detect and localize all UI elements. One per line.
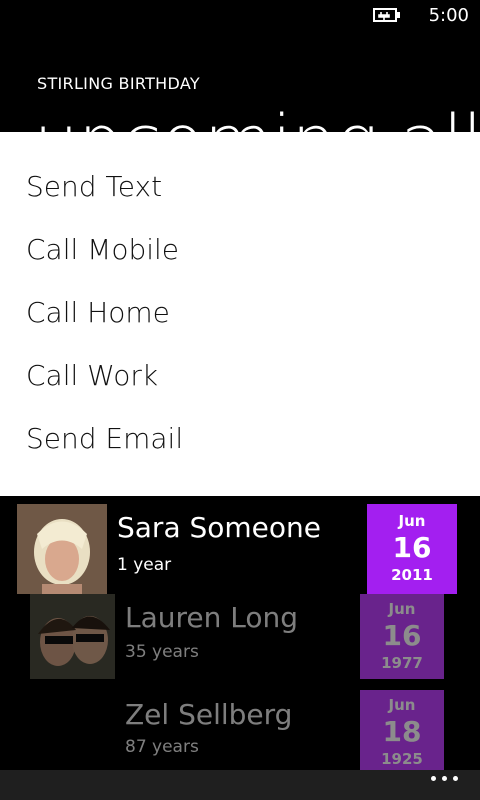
birthday-date-tile: Jun 16 1977 (360, 594, 444, 679)
clock: 5:00 (428, 5, 469, 26)
date-day: 16 (382, 619, 422, 652)
date-day: 18 (382, 715, 422, 748)
avatar (30, 594, 115, 679)
date-month: Jun (388, 600, 416, 618)
contact-row[interactable]: Zel Sellberg 87 years Jun 18 1925 (0, 688, 480, 772)
date-month: Jun (398, 512, 426, 530)
menu-item-send-text[interactable]: Send Text (26, 170, 162, 203)
status-bar: 5:00 (0, 0, 480, 32)
menu-item-call-mobile[interactable]: Call Mobile (26, 233, 179, 266)
contact-age: 87 years (125, 737, 199, 757)
app-bar (0, 770, 480, 800)
date-day: 16 (392, 531, 432, 564)
birthday-date-tile: Jun 18 1925 (360, 690, 444, 772)
app-title: STIRLING BIRTHDAY (37, 74, 200, 93)
date-month: Jun (388, 696, 416, 714)
date-year: 1977 (381, 654, 423, 672)
context-menu: Send Text Call Mobile Call Home Call Wor… (0, 132, 480, 496)
contact-name: Zel Sellberg (125, 698, 293, 731)
person-photo-icon (17, 504, 107, 594)
battery-charging-icon (373, 8, 400, 22)
menu-item-send-email[interactable]: Send Email (26, 422, 183, 455)
contact-name: Sara Someone (117, 511, 322, 544)
menu-item-call-work[interactable]: Call Work (26, 359, 158, 392)
contact-age: 1 year (117, 555, 172, 575)
birthday-date-tile: Jun 16 2011 (367, 504, 457, 594)
contact-row[interactable]: Sara Someone 1 year Jun 16 2011 (0, 497, 480, 597)
avatar (17, 504, 107, 594)
contact-name: Lauren Long (125, 601, 299, 634)
contact-row[interactable]: Lauren Long 35 years Jun 16 1977 (0, 591, 480, 681)
date-year: 2011 (391, 566, 433, 584)
date-year: 1925 (381, 750, 423, 768)
person-photo-icon (30, 594, 115, 679)
more-options-icon[interactable] (431, 776, 458, 781)
contact-age: 35 years (125, 642, 199, 662)
menu-item-call-home[interactable]: Call Home (26, 296, 170, 329)
